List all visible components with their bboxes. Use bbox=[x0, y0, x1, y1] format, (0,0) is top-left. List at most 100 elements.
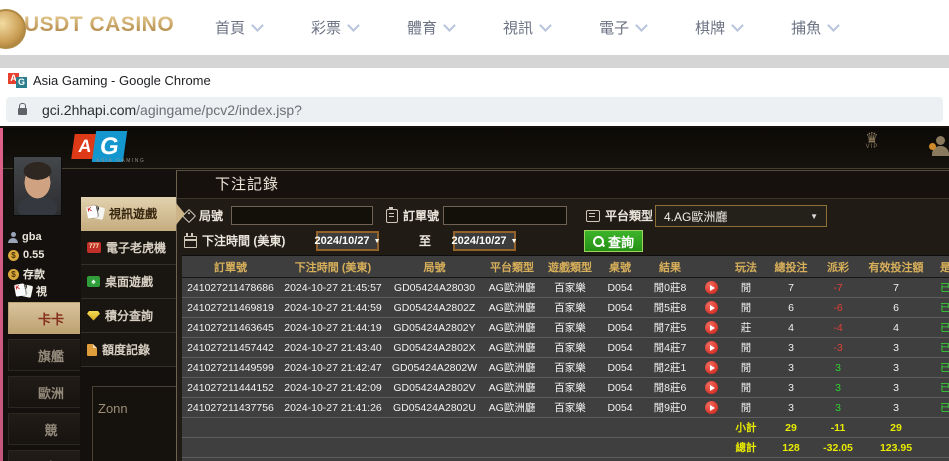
ag-page: A G ASIA GAMING ♛ VIP gba $ 0.55 $ bbox=[0, 128, 949, 461]
tab-電子老虎機[interactable]: 777電子老虎機 bbox=[81, 231, 176, 265]
play-icon bbox=[705, 321, 718, 334]
order-input[interactable] bbox=[443, 206, 567, 225]
replay-button[interactable] bbox=[698, 341, 724, 354]
window-separator bbox=[0, 55, 949, 69]
hall-button-多[interactable]: 多 bbox=[8, 450, 80, 461]
cell-valid-bet: 7 bbox=[862, 282, 930, 294]
nav-item-捕魚[interactable]: 捕魚 bbox=[791, 17, 838, 38]
replay-button[interactable] bbox=[698, 281, 724, 294]
tab-桌面遊戲[interactable]: ♠桌面遊戲 bbox=[81, 265, 176, 299]
cell-bet-time: 2024-10-27 21:44:59 bbox=[279, 302, 387, 314]
cell-bet-time: 2024-10-27 21:43:40 bbox=[279, 342, 387, 354]
video-tab-row[interactable]: 9 K 視 bbox=[15, 283, 47, 299]
nav-item-label: 首頁 bbox=[215, 17, 245, 38]
user-icon bbox=[8, 232, 18, 243]
replay-button[interactable] bbox=[698, 361, 724, 374]
url-domain: gci.2hhapi.com bbox=[42, 102, 136, 118]
list-icon bbox=[586, 210, 600, 222]
cell-valid-bet: 3 bbox=[862, 382, 930, 394]
replay-button[interactable] bbox=[698, 301, 724, 314]
hall-button-競[interactable]: 競 bbox=[8, 413, 80, 445]
date-to-value: 2024/10/27 bbox=[452, 235, 507, 247]
nav-item-視訊[interactable]: 視訊 bbox=[503, 17, 550, 38]
cell-game-type: 百家樂 bbox=[542, 320, 598, 335]
nav-item-電子[interactable]: 電子 bbox=[599, 17, 646, 38]
cell-game-type: 百家樂 bbox=[542, 300, 598, 315]
cell-platform: AG歐洲廳 bbox=[482, 280, 542, 295]
cell-game-type: 百家樂 bbox=[542, 280, 598, 295]
replay-button[interactable] bbox=[698, 381, 724, 394]
casino-coin-logo-icon bbox=[0, 9, 26, 49]
cell-payout: 3 bbox=[814, 402, 862, 414]
chevron-down-icon bbox=[827, 19, 840, 32]
url-field[interactable]: gci.2hhapi.com/agingame/pcv2/index.jsp? bbox=[6, 97, 943, 122]
cell-table-no: D054 bbox=[598, 282, 642, 294]
vip-button[interactable]: ♛ VIP bbox=[857, 132, 887, 150]
order-label: 訂單號 bbox=[403, 207, 439, 224]
date-from-select[interactable]: 2024/10/27▼ bbox=[316, 231, 379, 251]
nav-item-體育[interactable]: 體育 bbox=[407, 17, 454, 38]
hall-button-歐洲[interactable]: 歐洲 bbox=[8, 376, 80, 408]
cell-table-no: D054 bbox=[598, 382, 642, 394]
nav-item-label: 彩票 bbox=[311, 17, 341, 38]
cell-round: GD05424A2802V bbox=[387, 382, 482, 394]
cell-round: GD05424A2802X bbox=[387, 342, 482, 354]
cell-order: 241027211457442 bbox=[182, 342, 279, 354]
hall-list: 卡卡旗艦歐洲競多 bbox=[8, 302, 80, 461]
cell-platform: AG歐洲廳 bbox=[482, 300, 542, 315]
cell-valid-bet: 3 bbox=[862, 402, 930, 414]
deposit-button[interactable]: $ 存款 bbox=[8, 266, 45, 282]
column-header: 玩法 bbox=[724, 259, 768, 275]
column-header: 桌號 bbox=[598, 259, 642, 275]
replay-button[interactable] bbox=[698, 401, 724, 414]
play-icon bbox=[705, 281, 718, 294]
cell-total-bet: 6 bbox=[768, 302, 814, 314]
nav-item-首頁[interactable]: 首頁 bbox=[215, 17, 262, 38]
cell-round: GD05424A2802U bbox=[387, 402, 482, 414]
dealer-avatar bbox=[13, 156, 62, 216]
cell-game-type: 百家樂 bbox=[542, 340, 598, 355]
platform-select[interactable]: 4.AG歐洲廳 ▼ bbox=[655, 205, 827, 227]
site-logo: USDT CASINO bbox=[24, 13, 174, 37]
summary-total-bet: 128 bbox=[768, 442, 814, 454]
cell-bet-type: 閒 bbox=[724, 360, 768, 375]
ag-favicon: A G bbox=[8, 73, 28, 89]
subtotal-row: 小計29-1129 bbox=[182, 418, 949, 438]
summary-label: 總計 bbox=[724, 440, 768, 455]
tab-視訊遊戲[interactable]: 9K視訊遊戲 bbox=[81, 197, 176, 231]
hall-button-卡卡[interactable]: 卡卡 bbox=[8, 302, 80, 334]
window-title: Asia Gaming - Google Chrome bbox=[33, 73, 211, 88]
tab-label: 視訊遊戲 bbox=[109, 205, 157, 222]
platform-label-row: 平台類型 bbox=[586, 207, 653, 224]
search-button[interactable]: 查詢 bbox=[584, 230, 643, 252]
nav-item-棋牌[interactable]: 棋牌 bbox=[695, 17, 742, 38]
account-icon[interactable] bbox=[932, 136, 949, 160]
chrome-urlbar-row: gci.2hhapi.com/agingame/pcv2/index.jsp? bbox=[0, 94, 949, 128]
dialog-title: 下注記錄 bbox=[177, 171, 949, 199]
hall-button-旗艦[interactable]: 旗艦 bbox=[8, 339, 80, 371]
chevron-down-icon bbox=[251, 19, 264, 32]
bet-records-dialog: 下注記錄 局號 訂單號 平台類型 4.AG歐洲廳 ▼ bbox=[176, 170, 949, 461]
round-label-row: 局號 bbox=[184, 207, 223, 224]
chevron-down-icon bbox=[347, 19, 360, 32]
nav-item-彩票[interactable]: 彩票 bbox=[311, 17, 358, 38]
cell-result: 閒2莊1 bbox=[642, 360, 698, 375]
order-label-row: 訂單號 bbox=[386, 207, 439, 224]
cell-round: GD05424A2802W bbox=[387, 362, 482, 374]
tab-額度記錄[interactable]: 額度記錄 bbox=[81, 333, 176, 367]
table-row: 2410272114574422024-10-27 21:43:40GD0542… bbox=[182, 338, 949, 358]
round-input[interactable] bbox=[231, 206, 373, 225]
cell-bet-type: 閒 bbox=[724, 340, 768, 355]
cell-order: 241027211478686 bbox=[182, 282, 279, 294]
cell-total-bet: 3 bbox=[768, 402, 814, 414]
column-header: 訂單號 bbox=[182, 259, 279, 275]
replay-button[interactable] bbox=[698, 321, 724, 334]
summary-payout: -32.05 bbox=[814, 442, 862, 454]
chevron-down-icon bbox=[539, 19, 552, 32]
clipboard-icon bbox=[386, 209, 398, 223]
date-to-select[interactable]: 2024/10/27▼ bbox=[453, 231, 516, 251]
tab-積分查詢[interactable]: 積分查詢 bbox=[81, 299, 176, 333]
cell-payout: -7 bbox=[814, 282, 862, 294]
cell-game-type: 百家樂 bbox=[542, 380, 598, 395]
cell-payout: -6 bbox=[814, 302, 862, 314]
